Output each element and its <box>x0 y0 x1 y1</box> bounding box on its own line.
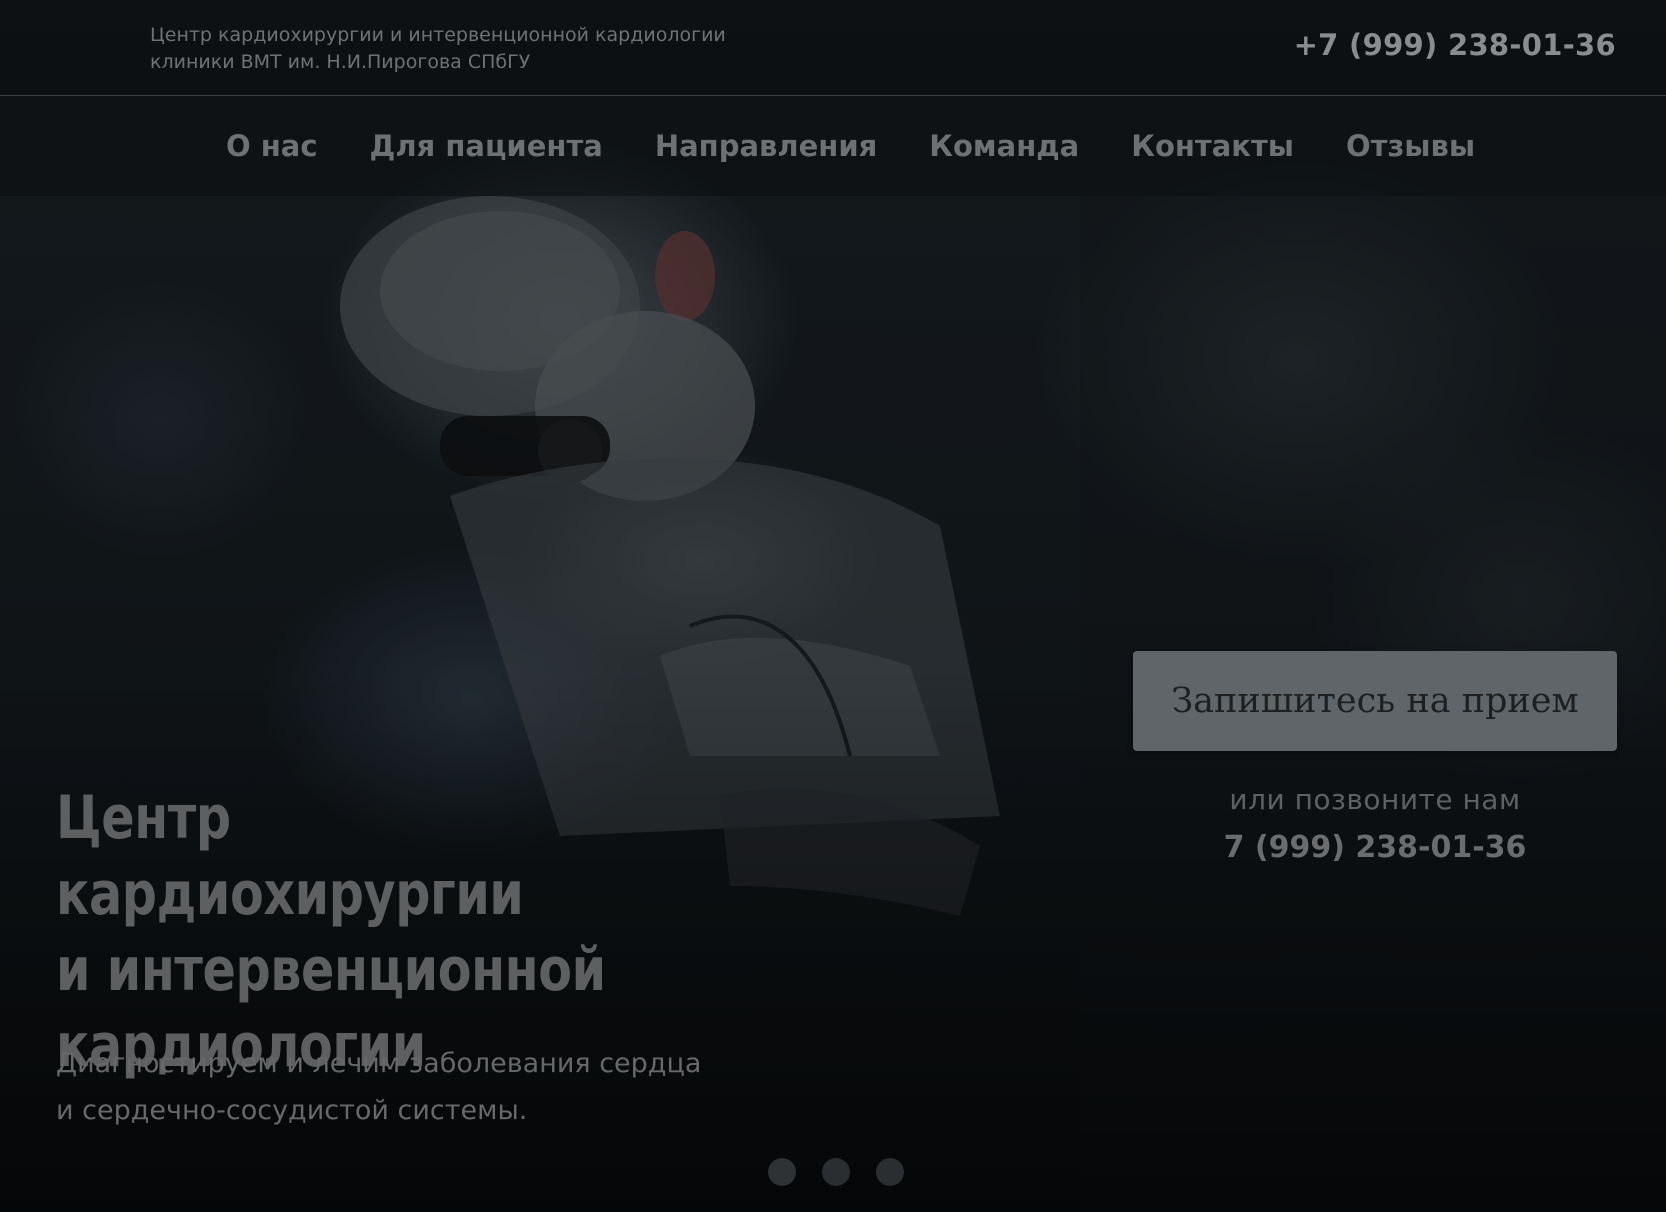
cta-phone-link[interactable]: 7 (999) 238-01-36 <box>1133 830 1617 865</box>
hero-subtitle-line2: и сердечно-сосудистой системы. <box>56 1095 528 1126</box>
page: Центр кардиохирургии и интервенционной к… <box>0 0 1666 1212</box>
nav-item-about[interactable]: О нас <box>226 129 318 163</box>
hero-subtitle: Диагностируем и лечим заболевания сердца… <box>56 1040 836 1134</box>
call-us-text: или позвоните нам <box>1229 783 1521 816</box>
hero-title: Центр кардиохирургии и интервенционной к… <box>56 780 679 1084</box>
header-phone-link[interactable]: +7 (999) 238-01-36 <box>1294 28 1616 62</box>
book-appointment-button[interactable]: Запишитесь на прием <box>1133 651 1617 751</box>
nav-item-team[interactable]: Команда <box>929 129 1079 163</box>
hero-title-line1: Центр кардиохирургии <box>56 783 524 929</box>
nav-item-for-patient[interactable]: Для пациента <box>370 129 603 163</box>
clinic-name-line2: клиники ВМТ им. Н.И.Пирогова СПбГУ <box>150 51 531 73</box>
main-navigation: О нас Для пациента Направления Команда К… <box>0 96 1666 196</box>
slider-dot-2[interactable] <box>822 1158 850 1186</box>
clinic-name-line1: Центр кардиохирургии и интервенционной к… <box>150 24 726 46</box>
nav-item-reviews[interactable]: Отзывы <box>1346 129 1475 163</box>
slider-pagination <box>768 1158 930 1186</box>
hero-title-line2: и интервенционной <box>56 935 606 1005</box>
slider-dot-3[interactable] <box>876 1158 904 1186</box>
nav-item-directions[interactable]: Направления <box>655 129 877 163</box>
top-bar: Центр кардиохирургии и интервенционной к… <box>0 0 1666 96</box>
hero-subtitle-line1: Диагностируем и лечим заболевания сердца <box>56 1048 702 1079</box>
slider-dot-1[interactable] <box>768 1158 796 1186</box>
clinic-name: Центр кардиохирургии и интервенционной к… <box>150 22 790 76</box>
nav-list: О нас Для пациента Направления Команда К… <box>200 96 1501 196</box>
nav-item-contacts[interactable]: Контакты <box>1131 129 1294 163</box>
